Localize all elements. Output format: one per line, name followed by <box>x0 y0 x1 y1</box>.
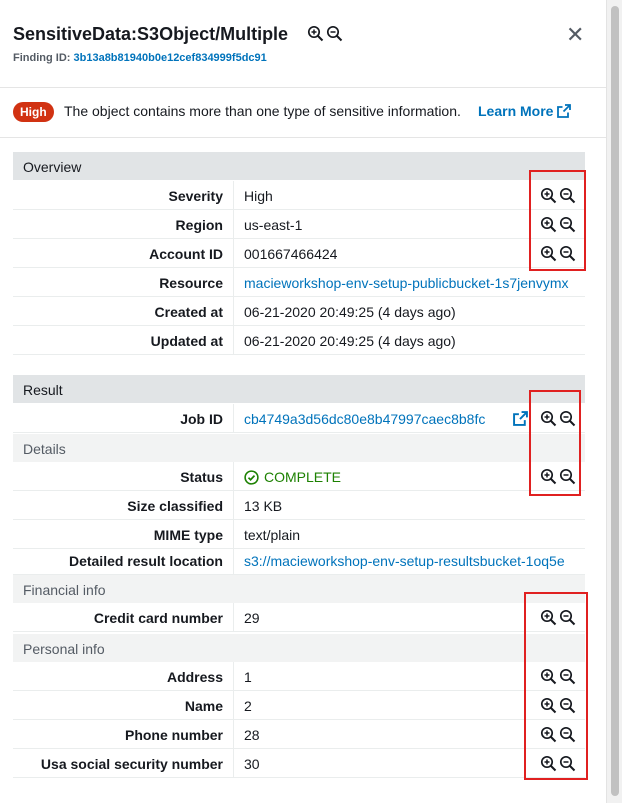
external-link-icon[interactable] <box>513 411 528 426</box>
highlight-box <box>524 592 588 780</box>
row-size-classified: Size classified 13 KB <box>13 491 585 520</box>
resource-link[interactable]: macieworkshop-env-setup-publicbucket-1s7… <box>244 275 575 291</box>
row-value: 001667466424 <box>244 246 338 262</box>
row-key: MIME type <box>13 520 234 549</box>
finding-details-panel: SensitiveData:S3Object/Multiple Finding … <box>0 0 606 803</box>
check-circle-icon <box>244 469 259 485</box>
learn-more-label[interactable]: Learn More <box>478 103 553 119</box>
panel-header: SensitiveData:S3Object/Multiple Finding … <box>0 0 606 88</box>
row-key: Phone number <box>13 720 234 749</box>
row-value: 13 KB <box>244 498 283 514</box>
row-key: Credit card number <box>13 603 234 632</box>
row-key: Resource <box>13 268 234 297</box>
row-value: 06-21-2020 20:49:25 (4 days ago) <box>244 333 456 349</box>
learn-more-link[interactable]: Learn More <box>478 103 572 119</box>
alert-message: The object contains more than one type o… <box>64 103 461 119</box>
zoom-in-icon[interactable] <box>307 25 324 42</box>
row-key: Created at <box>13 297 234 326</box>
row-updated-at: Updated at 06-21-2020 20:49:25 (4 days a… <box>13 326 585 355</box>
row-severity: Severity High <box>13 181 585 210</box>
row-key: Severity <box>13 181 234 210</box>
row-key: Name <box>13 691 234 720</box>
finding-id-line: Finding ID: 3b13a8b81940b0e12cef834999f5… <box>13 52 267 64</box>
personal-info-header: Personal info <box>13 634 585 662</box>
financial-info-header: Financial info <box>13 575 585 603</box>
finding-id-value[interactable]: 3b13a8b81940b0e12cef834999f5dc91 <box>74 52 267 64</box>
row-usa-ssn: Usa social security number 30 <box>13 749 585 778</box>
status-value: COMPLETE <box>244 469 575 485</box>
details-header: Details <box>13 434 585 462</box>
row-job-id: Job ID cb4749a3d56dc80e8b47997caec8b8fc <box>13 404 585 433</box>
row-detailed-result-location: Detailed result location s3://macieworks… <box>13 546 585 575</box>
zoom-out-icon[interactable] <box>326 25 343 42</box>
close-icon[interactable]: ✕ <box>566 24 584 46</box>
title-zoom-controls <box>307 25 343 42</box>
row-mime-type: MIME type text/plain <box>13 520 585 549</box>
row-key: Account ID <box>13 239 234 268</box>
external-link-icon <box>557 104 572 118</box>
row-value: text/plain <box>244 527 301 543</box>
finding-id-label: Finding ID: <box>13 52 71 64</box>
row-status: Status COMPLETE <box>13 462 585 491</box>
highlight-box <box>529 170 586 271</box>
scrollbar-thumb[interactable] <box>611 6 619 796</box>
row-value: High <box>244 188 273 204</box>
row-address: Address 1 <box>13 662 585 691</box>
row-account-id: Account ID 001667466424 <box>13 239 585 268</box>
row-created-at: Created at 06-21-2020 20:49:25 (4 days a… <box>13 297 585 326</box>
row-key: Detailed result location <box>13 546 234 575</box>
result-location-link[interactable]: s3://macieworkshop-env-setup-resultsbuck… <box>244 553 575 569</box>
row-name: Name 2 <box>13 691 585 720</box>
row-key: Size classified <box>13 491 234 520</box>
row-resource: Resource macieworkshop-env-setup-publicb… <box>13 268 585 297</box>
row-credit-card-number: Credit card number 29 <box>13 603 585 632</box>
row-key: Status <box>13 462 234 491</box>
row-key: Updated at <box>13 326 234 355</box>
severity-badge: High <box>13 102 54 122</box>
highlight-box <box>529 390 581 496</box>
overview-header: Overview <box>13 152 585 180</box>
scrollbar[interactable] <box>606 0 622 803</box>
row-phone-number: Phone number 28 <box>13 720 585 749</box>
status-text: COMPLETE <box>264 469 342 485</box>
row-region: Region us-east-1 <box>13 210 585 239</box>
row-value: 06-21-2020 20:49:25 (4 days ago) <box>244 304 456 320</box>
result-header: Result <box>13 375 585 403</box>
page-title: SensitiveData:S3Object/Multiple <box>13 24 289 44</box>
row-value: us-east-1 <box>244 217 303 233</box>
row-key: Job ID <box>13 404 234 433</box>
row-key: Usa social security number <box>13 749 234 778</box>
row-key: Address <box>13 662 234 691</box>
row-key: Region <box>13 210 234 239</box>
